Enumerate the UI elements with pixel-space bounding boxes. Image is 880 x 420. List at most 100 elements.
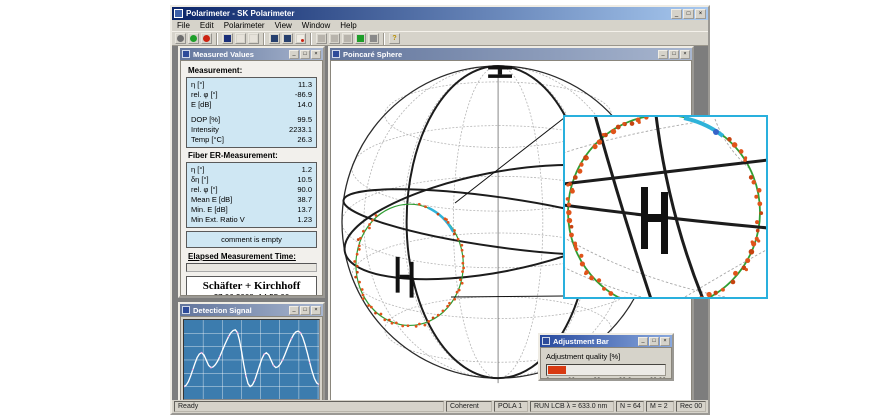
minimize-button[interactable]: _	[289, 306, 299, 315]
row-label: rel. φ [°]	[191, 90, 218, 100]
menu-item-file[interactable]: File	[172, 21, 195, 30]
row-value: 2233.1	[289, 125, 312, 135]
row-value: 11.3	[298, 80, 312, 90]
toolbar-save-all-icon[interactable]	[282, 33, 293, 44]
measurement-row: δη [°]10.5	[191, 175, 312, 185]
table-view-icon	[318, 35, 325, 42]
measured-values-titlebar[interactable]: Measured Values _ □ ×	[180, 48, 323, 60]
row-value: 26.3	[297, 135, 312, 145]
close-button[interactable]: ×	[680, 50, 690, 59]
maximize-button[interactable]: □	[683, 9, 694, 19]
row-value: 1.2	[302, 165, 312, 175]
maximize-button[interactable]: □	[300, 306, 310, 315]
row-label: E [dB]	[191, 100, 211, 110]
minimize-button[interactable]: _	[658, 50, 668, 59]
toolbar-grid-view-icon[interactable]	[342, 33, 353, 44]
minimize-button[interactable]: _	[289, 50, 299, 59]
toolbar-open-document-icon[interactable]	[235, 33, 246, 44]
row-value: 14.0	[297, 100, 312, 110]
measured-values-window: Measured Values _ □ × Measurement: η [°]…	[178, 46, 325, 298]
measurement-row: E [dB] 14.0	[191, 100, 312, 110]
scale-tick-label: 99.99	[650, 377, 666, 379]
window-title: Detection Signal	[193, 306, 289, 315]
measurement-row: Intensity2233.1	[191, 125, 312, 135]
window-icon	[182, 306, 190, 314]
scale-tick-label: 0	[546, 377, 550, 379]
status-cells: CoherentPOLA 1RUN LCB λ = 633.0 nmN = 64…	[446, 401, 706, 412]
measurement-row: Temp [°C]26.3	[191, 135, 312, 145]
window-icon	[182, 50, 190, 58]
measurement-header: Measurement:	[188, 66, 317, 75]
window-icon	[332, 50, 340, 58]
menu-item-edit[interactable]: Edit	[195, 21, 219, 30]
row-label: Min. E [dB]	[191, 205, 228, 215]
sphere-h-marker	[396, 257, 414, 298]
menu-item-polarimeter[interactable]: Polarimeter	[219, 21, 270, 30]
adjustment-progress	[546, 364, 666, 376]
status-cell: POLA 1	[494, 401, 528, 412]
open-document-icon	[237, 35, 244, 42]
menu-item-window[interactable]: Window	[297, 21, 335, 30]
close-button[interactable]: ×	[311, 306, 321, 315]
toolbar-list-view-icon[interactable]	[368, 33, 379, 44]
status-cell: N = 64	[616, 401, 644, 412]
toolbar-close-document-icon[interactable]	[248, 33, 259, 44]
close-document-icon	[250, 35, 257, 42]
toolbar-new-document-icon[interactable]	[222, 33, 233, 44]
toolbar-separator	[263, 33, 265, 45]
row-label: η [°]	[191, 80, 204, 90]
toolbar-help-icon[interactable]: ?	[389, 33, 400, 44]
toolbar-chart-view-icon[interactable]	[329, 33, 340, 44]
toolbar-connect-icon[interactable]	[175, 33, 186, 44]
minimize-button[interactable]: _	[671, 9, 682, 19]
adjustment-bar-titlebar[interactable]: Adjustment Bar _ □ ×	[540, 335, 672, 347]
menu-item-view[interactable]: View	[270, 21, 297, 30]
status-cell: M = 2	[646, 401, 674, 412]
minimize-button[interactable]: _	[638, 337, 648, 346]
poincare-titlebar[interactable]: Poincaré Sphere _ □ ×	[330, 48, 692, 60]
toolbar-sphere-view-icon[interactable]	[355, 33, 366, 44]
measurement-row: η [°] 1.2	[191, 165, 312, 175]
menu-item-help[interactable]: Help	[335, 21, 361, 30]
toolbar-start-measurement-icon[interactable]	[188, 33, 199, 44]
scale-tick-label: 90	[568, 377, 575, 379]
detection-signal-titlebar[interactable]: Detection Signal _ □ ×	[180, 304, 323, 316]
chart-view-icon	[331, 35, 338, 42]
detection-signal-window: Detection Signal _ □ ×	[178, 302, 325, 400]
app-icon	[174, 9, 183, 18]
toolbar-separator	[216, 33, 218, 45]
toolbar-record-icon[interactable]	[295, 33, 306, 44]
adjustment-scale: 0909999.999.99	[546, 377, 666, 379]
adjustment-bar-window: Adjustment Bar _ □ × Adjustment quality …	[538, 333, 674, 381]
save-all-icon	[284, 35, 291, 42]
maximize-button[interactable]: □	[649, 337, 659, 346]
status-cell: Rec 00	[676, 401, 706, 412]
row-label: DOP [%]	[191, 115, 220, 125]
close-button[interactable]: ×	[660, 337, 670, 346]
title-bar[interactable]: Polarimeter - SK Polarimeter _ □ ×	[172, 7, 708, 20]
measurement-row: Min Ext. Ratio V1.23	[191, 215, 312, 225]
inset-blue-marker	[713, 129, 719, 135]
toolbar-save-icon[interactable]	[269, 33, 280, 44]
save-icon	[271, 35, 278, 42]
elapsed-time-field	[186, 263, 317, 272]
row-label: η [°]	[191, 165, 204, 175]
status-ready: Ready	[174, 401, 444, 412]
brand-box: Schäfter + Kirchhoff 27.06.2008, 14:55:0…	[186, 276, 317, 296]
window-icon	[542, 337, 550, 345]
close-button[interactable]: ×	[695, 9, 706, 19]
pole-marker	[488, 66, 512, 78]
close-button[interactable]: ×	[311, 50, 321, 59]
measurement-row: Mean E [dB]38.7	[191, 195, 312, 205]
maximize-button[interactable]: □	[669, 50, 679, 59]
comment-box: comment is empty	[186, 231, 317, 248]
toolbar-table-view-icon[interactable]	[316, 33, 327, 44]
scale-tick-label: 99	[593, 377, 600, 379]
signal-waveform	[184, 320, 319, 399]
record-icon	[297, 35, 304, 42]
measurement-table: η [°]11.3rel. φ [°]-86.9E [dB]14.0DOP [%…	[186, 77, 317, 148]
row-label: rel. φ [°]	[191, 185, 218, 195]
toolbar-stop-measurement-icon[interactable]	[201, 33, 212, 44]
stop-measurement-icon	[203, 35, 210, 42]
maximize-button[interactable]: □	[300, 50, 310, 59]
